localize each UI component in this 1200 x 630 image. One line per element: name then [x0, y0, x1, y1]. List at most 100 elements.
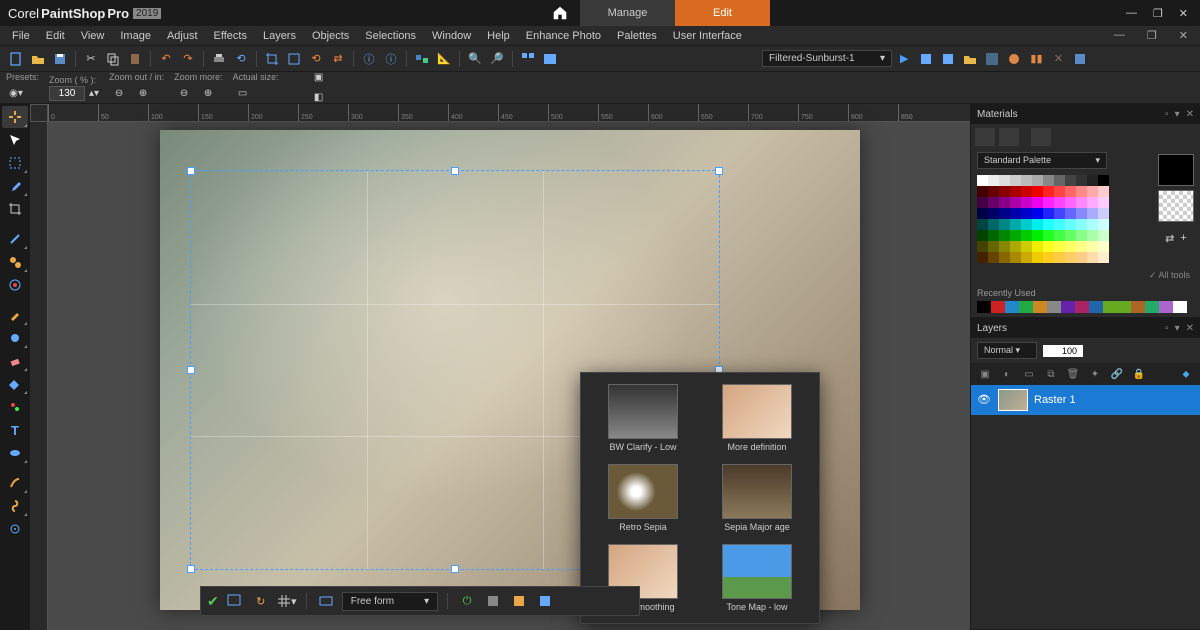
- swatches-tab[interactable]: [975, 128, 995, 146]
- preset-picker[interactable]: ◉▾: [6, 83, 26, 103]
- color-swatch[interactable]: [977, 219, 988, 230]
- color-swatch[interactable]: [1010, 241, 1021, 252]
- color-swatch[interactable]: [1098, 241, 1109, 252]
- duplicate-layer-button[interactable]: ⧉: [1043, 366, 1059, 382]
- batch-button[interactable]: [412, 49, 432, 69]
- flip-button[interactable]: ⇄: [328, 49, 348, 69]
- menu-view[interactable]: View: [73, 28, 113, 44]
- scratch-tool[interactable]: [2, 228, 28, 250]
- recent-swatch[interactable]: [1089, 301, 1103, 313]
- color-swatch[interactable]: [1065, 197, 1076, 208]
- menu-window[interactable]: Window: [424, 28, 479, 44]
- fx-button[interactable]: ✦: [1087, 366, 1103, 382]
- menu-layers[interactable]: Layers: [255, 28, 304, 44]
- menu-objects[interactable]: Objects: [304, 28, 357, 44]
- color-swatch[interactable]: [1087, 252, 1098, 263]
- zoom-in-button[interactable]: ⊕: [133, 83, 153, 103]
- crop-as-new-button[interactable]: [225, 591, 245, 611]
- share-button[interactable]: ⟲: [231, 49, 251, 69]
- color-swatch[interactable]: [1054, 219, 1065, 230]
- clone-tool[interactable]: [2, 251, 28, 273]
- fill-tool[interactable]: [2, 373, 28, 395]
- effect-preset-item[interactable]: Retro Sepia: [589, 461, 697, 535]
- color-swatch[interactable]: [1065, 230, 1076, 241]
- color-swatch[interactable]: [1087, 186, 1098, 197]
- color-swatch[interactable]: [1032, 252, 1043, 263]
- oil-tool[interactable]: [2, 518, 28, 540]
- color-swatch[interactable]: [1065, 252, 1076, 263]
- undo-button[interactable]: ↶: [156, 49, 176, 69]
- color-swatch[interactable]: [1010, 197, 1021, 208]
- color-swatch[interactable]: [1032, 197, 1043, 208]
- picture-tube-tool[interactable]: [2, 396, 28, 418]
- sliders-tab[interactable]: [1031, 128, 1051, 146]
- color-swatch[interactable]: [999, 252, 1010, 263]
- recent-swatch[interactable]: [1173, 301, 1187, 313]
- panel-close-icon[interactable]: ✕: [1186, 109, 1194, 120]
- dropper-tool[interactable]: [2, 175, 28, 197]
- layers-header[interactable]: Layers ▫▾✕: [971, 318, 1200, 338]
- menu-ui[interactable]: User Interface: [665, 28, 750, 44]
- zoom-more-in[interactable]: ⊕: [198, 83, 218, 103]
- doc-close[interactable]: ✕: [1171, 27, 1196, 44]
- color-swatch[interactable]: [1021, 241, 1032, 252]
- effect-preset-dropdown[interactable]: Filtered-Sunburst-1▾: [762, 50, 892, 67]
- chevron-icon[interactable]: ▾: [1175, 109, 1180, 120]
- color-swatch[interactable]: [999, 197, 1010, 208]
- color-swatch[interactable]: [1076, 241, 1087, 252]
- color-swatch[interactable]: [1076, 197, 1087, 208]
- power-button[interactable]: ⏻: [457, 591, 477, 611]
- crop-tool[interactable]: [2, 198, 28, 220]
- color-swatch[interactable]: [1076, 208, 1087, 219]
- menu-palettes[interactable]: Palettes: [609, 28, 665, 44]
- menu-enhance[interactable]: Enhance Photo: [518, 28, 609, 44]
- eraser-tool[interactable]: [2, 350, 28, 372]
- color-swatch[interactable]: [1010, 208, 1021, 219]
- color-swatch[interactable]: [1098, 252, 1109, 263]
- visibility-toggle[interactable]: 👁: [977, 393, 992, 408]
- rotate-button[interactable]: ⟲: [306, 49, 326, 69]
- color-swatch[interactable]: [988, 219, 999, 230]
- color-swatch[interactable]: [1010, 175, 1021, 186]
- color-swatch[interactable]: [988, 208, 999, 219]
- recent-swatch[interactable]: [1117, 301, 1131, 313]
- color-swatch[interactable]: [1098, 219, 1109, 230]
- pause-button[interactable]: ▮▮: [1026, 49, 1046, 69]
- effect-preset-item[interactable]: Sepia Major age: [703, 461, 811, 535]
- color-swatch[interactable]: [988, 175, 999, 186]
- zoom-more-out[interactable]: ⊖: [174, 83, 194, 103]
- maximize-button[interactable]: ❐: [1149, 7, 1167, 20]
- lighten-tool[interactable]: [2, 327, 28, 349]
- script2-button[interactable]: [938, 49, 958, 69]
- crop-handle[interactable]: [187, 565, 195, 573]
- color-swatch[interactable]: [1054, 186, 1065, 197]
- color-swatch[interactable]: [999, 208, 1010, 219]
- info-button[interactable]: ⓘ: [359, 49, 379, 69]
- recent-swatch[interactable]: [1005, 301, 1019, 313]
- crop-mode-dropdown[interactable]: Free form▾: [342, 592, 438, 611]
- stop-button[interactable]: [982, 49, 1002, 69]
- recent-swatch[interactable]: [1019, 301, 1033, 313]
- link-button[interactable]: 🔗: [1109, 366, 1125, 382]
- color-swatch[interactable]: [1065, 186, 1076, 197]
- resize-button[interactable]: [284, 49, 304, 69]
- effect-preset-item[interactable]: More definition: [703, 381, 811, 455]
- color-swatch[interactable]: [977, 252, 988, 263]
- new-button[interactable]: [6, 49, 26, 69]
- color-swatch[interactable]: [1076, 219, 1087, 230]
- color-swatch[interactable]: [1098, 175, 1109, 186]
- edit-tab[interactable]: Edit: [675, 0, 770, 26]
- swap-colors-icon[interactable]: ⇄: [1165, 232, 1174, 245]
- recent-swatch[interactable]: [1047, 301, 1061, 313]
- recent-swatch[interactable]: [1159, 301, 1173, 313]
- color-swatch[interactable]: [977, 186, 988, 197]
- warp-tool[interactable]: [2, 495, 28, 517]
- color-swatch[interactable]: [999, 241, 1010, 252]
- recent-swatch[interactable]: [1103, 301, 1117, 313]
- save-button[interactable]: [50, 49, 70, 69]
- cancel-button[interactable]: ✕: [1048, 49, 1068, 69]
- blend-mode-dropdown[interactable]: Normal ▾: [977, 342, 1037, 359]
- opacity-input[interactable]: 100: [1043, 345, 1083, 357]
- recent-swatch[interactable]: [1075, 301, 1089, 313]
- color-swatch[interactable]: [1032, 175, 1043, 186]
